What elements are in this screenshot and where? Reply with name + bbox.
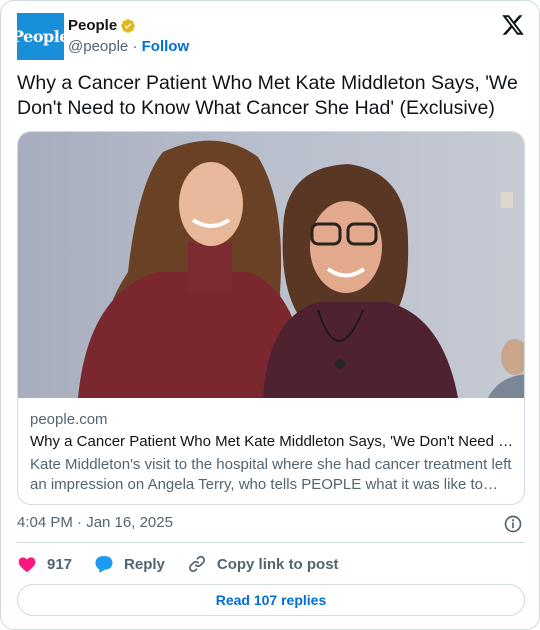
action-bar: 917 Reply Copy link to post: [17, 553, 361, 575]
copy-link-label: Copy link to post: [216, 555, 339, 573]
tweet-timestamp[interactable]: 4:04 PM · Jan 16, 2025: [17, 514, 173, 531]
link-preview-card[interactable]: people.com Why a Cancer Patient Who Met …: [17, 131, 525, 505]
like-count: 917: [47, 555, 73, 573]
separator-dot: ·: [132, 38, 138, 55]
handle-row: @people · Follow: [68, 38, 189, 55]
account-name[interactable]: People: [68, 17, 117, 34]
link-description: Kate Middleton's visit to the hospital w…: [30, 456, 512, 493]
divider: [17, 542, 525, 543]
link-domain: people.com: [30, 411, 108, 428]
heart-icon: [18, 557, 36, 572]
link-preview-image[interactable]: [18, 132, 525, 398]
tweet-embed-card: People People @people · Follow Why a Can…: [0, 0, 540, 630]
read-replies-button[interactable]: Read 107 replies: [17, 584, 525, 616]
link-icon: [188, 555, 205, 573]
copy-link-button[interactable]: Copy link to post: [187, 554, 339, 574]
account-handle[interactable]: @people: [68, 38, 128, 55]
reply-button[interactable]: Reply: [94, 554, 165, 574]
tweet-header: People People @people · Follow: [12, 13, 525, 61]
link-title[interactable]: Why a Cancer Patient Who Met Kate Middle…: [30, 432, 514, 452]
reply-bubble-icon: [95, 556, 113, 573]
follow-button[interactable]: Follow: [142, 38, 190, 55]
tweet-text: Why a Cancer Patient Who Met Kate Middle…: [17, 72, 518, 119]
info-icon[interactable]: [503, 514, 523, 534]
verified-badge-icon: [121, 18, 136, 33]
like-button[interactable]: 917: [17, 554, 72, 574]
x-logo-icon[interactable]: [501, 13, 525, 37]
reply-label: Reply: [124, 555, 165, 573]
name-row: People: [68, 17, 136, 34]
link-meta: people.com Why a Cancer Patient Who Met …: [30, 410, 514, 495]
avatar[interactable]: People: [12, 13, 69, 60]
